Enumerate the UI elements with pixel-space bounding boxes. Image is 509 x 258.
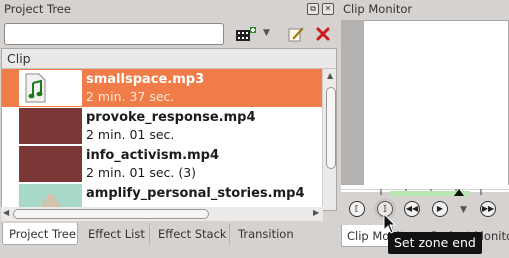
play-icon[interactable]: ▶	[432, 201, 448, 217]
search-input[interactable]	[4, 23, 224, 45]
clip-thumbnail	[19, 146, 82, 182]
tab-transition[interactable]: Transition	[232, 223, 300, 245]
vertical-scrollbar[interactable]: ▲	[322, 69, 336, 210]
tab-project-tree[interactable]: Project Tree	[2, 223, 78, 245]
audio-note-icon	[25, 73, 46, 103]
horizontal-scrollbar[interactable]: ◀ ▶	[1, 207, 323, 221]
chevron-down-icon[interactable]: ▼	[263, 28, 270, 38]
tab-effect-stack[interactable]: Effect Stack	[152, 223, 230, 245]
project-tree-title: Project Tree	[4, 2, 71, 16]
clip-duration: 2 min. 01 sec.	[86, 127, 175, 142]
clip-row-provoke-response[interactable]: provoke_response.mp4 2 min. 01 sec.	[2, 107, 322, 145]
clip-monitor-screen[interactable]	[341, 20, 509, 192]
tooltip: Set zone end	[388, 232, 482, 254]
vertical-scroll-thumb[interactable]	[326, 87, 336, 169]
close-panel-icon[interactable]: ✕	[322, 3, 334, 15]
scroll-right-icon[interactable]: ▶	[313, 208, 319, 217]
clip-duration: 2 min. 37 sec.	[86, 89, 175, 104]
scroll-left-icon[interactable]: ◀	[3, 208, 9, 217]
clip-thumbnail	[19, 108, 82, 144]
rewind-icon[interactable]: ◀◀	[404, 201, 420, 217]
clip-thumbnail	[19, 70, 82, 106]
mouse-cursor-icon	[383, 213, 397, 234]
clip-name: info_activism.mp4	[86, 148, 219, 163]
clip-duration: 2 min. 01 sec. (3)	[86, 165, 197, 180]
clip-name: provoke_response.mp4	[86, 110, 256, 125]
clip-row-smallspace[interactable]: smallspace.mp3 2 min. 37 sec.	[2, 69, 322, 107]
clip-name: amplify_personal_stories.mp4	[86, 186, 305, 201]
set-zone-start-icon[interactable]: ⟦	[349, 201, 365, 217]
playhead-marker-icon[interactable]	[454, 189, 464, 196]
clip-row-info-activism[interactable]: info_activism.mp4 2 min. 01 sec. (3)	[2, 145, 322, 183]
delete-clip-icon[interactable]	[316, 27, 330, 41]
clip-name: smallspace.mp3	[86, 72, 205, 87]
forward-icon[interactable]: ▶▶	[480, 201, 496, 217]
play-options-chevron-icon[interactable]: ▼	[460, 205, 467, 215]
add-clip-icon[interactable]	[235, 27, 257, 43]
column-header-clip[interactable]: Clip	[2, 49, 336, 69]
scroll-up-icon[interactable]: ▲	[327, 71, 333, 80]
clip-monitor-title: Clip Monitor	[343, 2, 413, 16]
float-panel-icon[interactable]: ⧉	[307, 3, 319, 15]
monitor-side-area	[341, 20, 364, 192]
horizontal-scroll-thumb[interactable]	[13, 209, 209, 219]
tab-effect-list[interactable]: Effect List	[82, 223, 150, 245]
edit-clip-icon[interactable]	[288, 26, 304, 42]
clip-tree[interactable]: Clip smallspace.mp3 2 min. 37 sec. provo…	[1, 48, 337, 211]
